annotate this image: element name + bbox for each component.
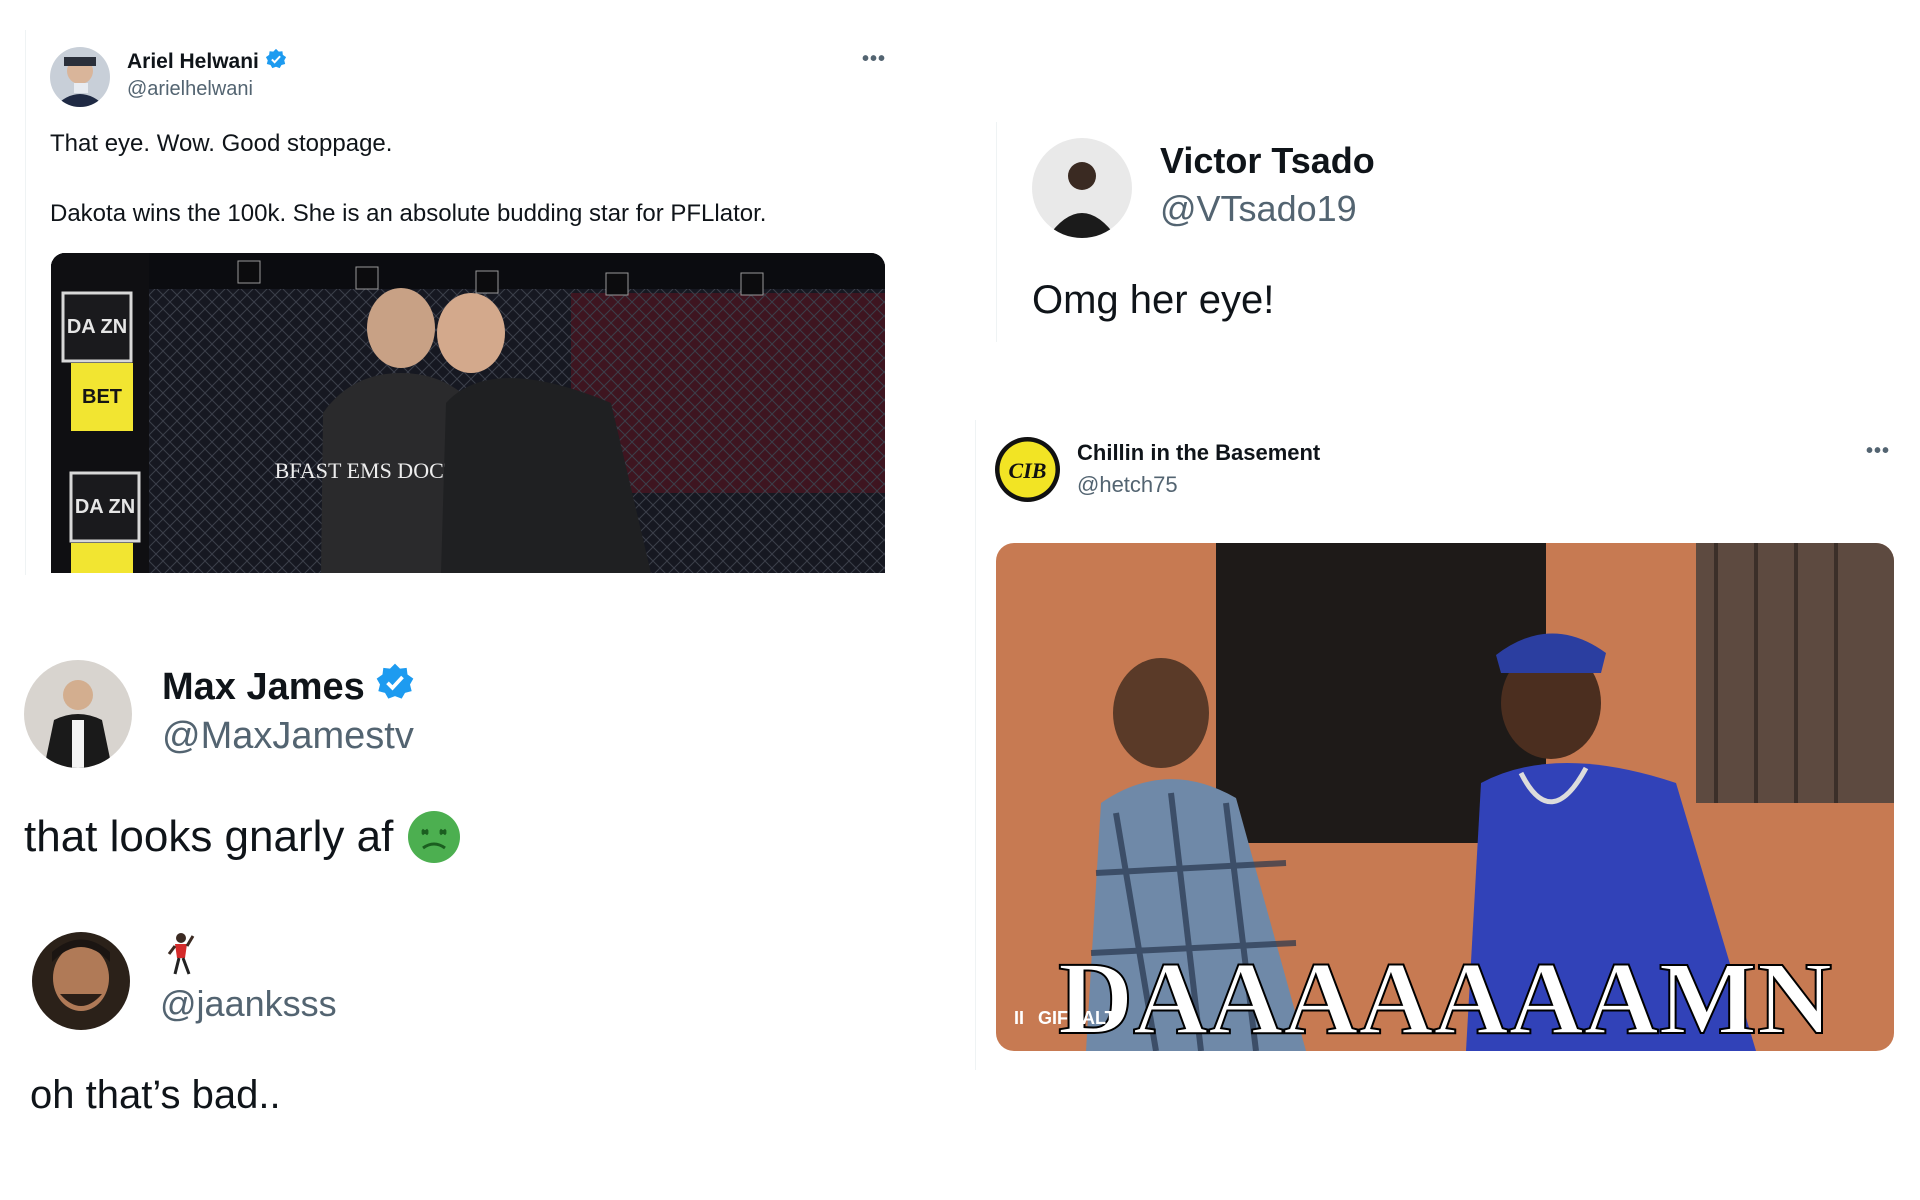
divider-chillin-column [975, 420, 976, 1070]
pause-icon[interactable]: II [1010, 1006, 1028, 1031]
divider-victor-column [996, 122, 997, 342]
handle[interactable]: @jaanksss [160, 983, 337, 1025]
avatar[interactable] [32, 932, 130, 1030]
display-name[interactable]: Max James [162, 662, 415, 712]
tweet-gif[interactable]: DAAAAAAAMN II GIF ALT [996, 543, 1894, 1051]
tweet-text: oh that’s bad.. [30, 1073, 281, 1117]
nauseated-face-icon [407, 810, 461, 864]
tweet-text-line-1: That eye. Wow. Good stoppage. [50, 130, 393, 157]
display-name-emoji[interactable] [165, 932, 195, 981]
avatar[interactable]: CIB [995, 437, 1060, 502]
gif-controls: II GIF ALT [1010, 1006, 1120, 1031]
tweet-media-image[interactable]: DA ZN BET DA ZN BFAST EMS DOCTOR [51, 253, 885, 573]
display-name[interactable]: Chillin in the Basement [1077, 440, 1320, 466]
gif-badge: GIF [1038, 1008, 1069, 1028]
handle[interactable]: @MaxJamestv [162, 715, 414, 758]
avatar[interactable] [1032, 138, 1132, 238]
avatar[interactable] [24, 660, 132, 768]
verified-badge-icon [375, 662, 415, 712]
verified-badge-icon [265, 48, 287, 76]
alt-badge[interactable]: ALT [1078, 1006, 1120, 1031]
gif-caption: DAAAAAAAMN [1058, 941, 1832, 1051]
tweet-text: Omg her eye! [1032, 278, 1275, 322]
display-name[interactable]: Victor Tsado [1160, 140, 1375, 182]
dazn-logo-text: DA ZN [67, 316, 127, 338]
handle[interactable]: @VTsado19 [1160, 188, 1357, 230]
handle[interactable]: @arielhelwani [127, 78, 253, 101]
bet-logo-text: BET [82, 386, 122, 408]
handle[interactable]: @hetch75 [1077, 472, 1178, 498]
tweet-text-line-2: Dakota wins the 100k. She is an absolute… [50, 200, 767, 227]
display-name[interactable]: Ariel Helwani [127, 48, 287, 76]
more-horizontal-icon[interactable]: ••• [862, 48, 886, 71]
avatar[interactable] [50, 47, 110, 107]
more-horizontal-icon[interactable]: ••• [1866, 440, 1890, 463]
dazn-logo-text-2: DA ZN [75, 496, 135, 518]
avatar-monogram: CIB [1009, 458, 1047, 483]
tweet-text: that looks gnarly af [24, 810, 461, 864]
tweet-ariel-helwani: Ariel Helwani @arielhelwani ••• That eye… [0, 0, 930, 590]
